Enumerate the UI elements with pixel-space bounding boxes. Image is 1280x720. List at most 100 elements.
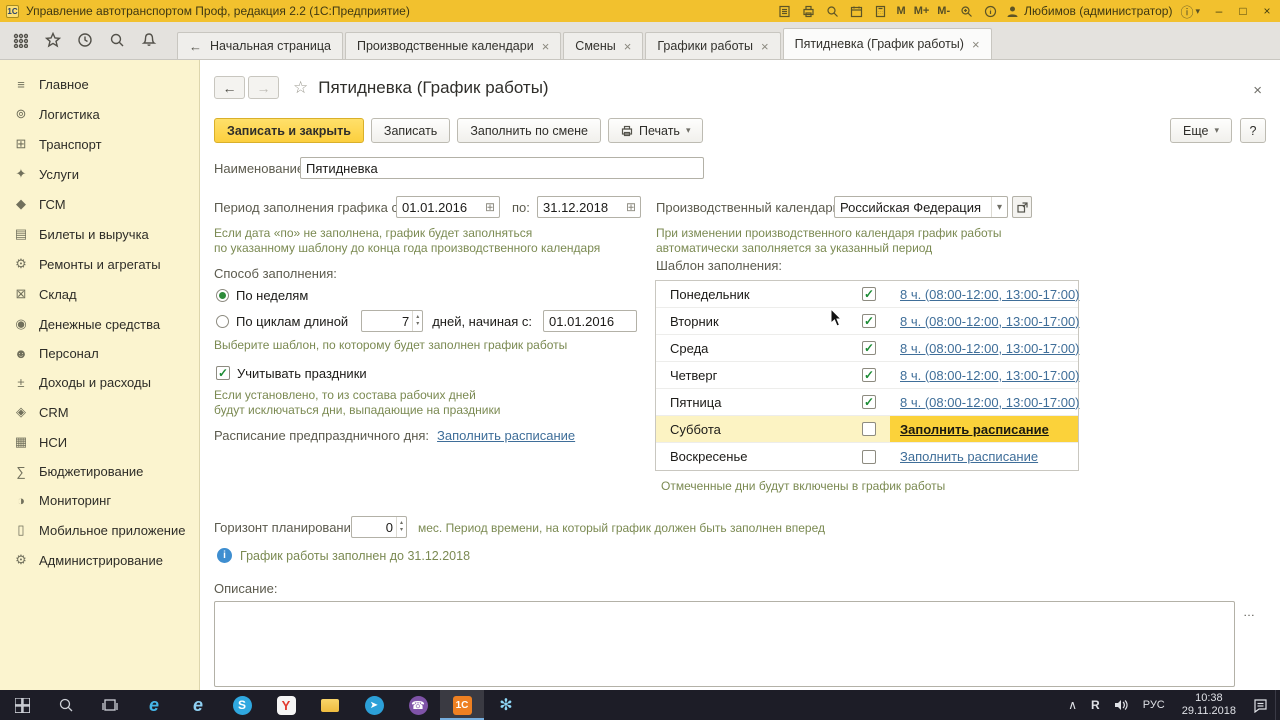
tab-work-schedules[interactable]: Графики работы ×	[645, 32, 781, 59]
sidebar-item-monitoring[interactable]: ◑ Мониторинг	[0, 486, 199, 515]
tab-close-icon[interactable]: ×	[624, 39, 632, 54]
sidebar-item-budgeting[interactable]: ∑ Бюджетирование	[0, 457, 199, 486]
sidebar-item-transport[interactable]: ⊞ Транспорт	[0, 129, 199, 159]
taskbar-app-edge[interactable]: e	[132, 690, 176, 720]
info-icon[interactable]	[982, 3, 998, 19]
template-row-thursday[interactable]: Четверг 8 ч. (08:00-12:00, 13:00-17:00)	[656, 362, 1080, 389]
taskbar-app-skype[interactable]: S	[220, 690, 264, 720]
taskbar-app-yandex[interactable]: Y	[264, 690, 308, 720]
sidebar-item-administration[interactable]: ⚙ Администрирование	[0, 545, 199, 575]
service-info-button[interactable]: ⓘ ▾	[1180, 2, 1200, 21]
day-checkbox[interactable]	[862, 368, 876, 382]
sidebar-item-repairs[interactable]: ⚙ Ремонты и агрегаты	[0, 249, 199, 279]
notifications-bell-icon[interactable]	[140, 32, 157, 49]
memory-mminus-button[interactable]: M-	[937, 5, 950, 17]
form-close-icon[interactable]: ×	[1253, 82, 1262, 99]
calendar-icon[interactable]	[849, 3, 865, 19]
sidebar-item-income-expenses[interactable]: ± Доходы и расходы	[0, 368, 199, 397]
help-button[interactable]: ?	[1240, 118, 1266, 143]
taskbar-app-explorer[interactable]	[308, 690, 352, 720]
save-and-close-button[interactable]: Записать и закрыть	[214, 118, 364, 143]
print-icon[interactable]	[801, 3, 817, 19]
consider-holidays-checkbox[interactable]	[216, 366, 230, 380]
spin-down-icon[interactable]: ▾	[397, 527, 406, 534]
forward-button[interactable]: →	[248, 76, 279, 99]
calendar-picker-icon[interactable]: ⊞	[622, 200, 640, 214]
open-calendar-button[interactable]	[1012, 196, 1032, 218]
print-button[interactable]: Печать ▾	[608, 118, 704, 143]
day-checkbox[interactable]	[862, 395, 876, 409]
template-row-saturday[interactable]: Суббота Заполнить расписание	[656, 416, 1078, 443]
sidebar-item-mobile-app[interactable]: ▯ Мобильное приложение	[0, 515, 199, 545]
period-to-input[interactable]: 31.12.2018 ⊞	[537, 196, 641, 218]
sidebar-item-personnel[interactable]: ☻ Персонал	[0, 339, 199, 368]
production-calendar-combo[interactable]: Российская Федерация ▾	[834, 196, 1008, 218]
schedule-link[interactable]: Заполнить расписание	[900, 449, 1038, 464]
minimize-button[interactable]: –	[1212, 4, 1226, 18]
schedule-link[interactable]: 8 ч. (08:00-12:00, 13:00-17:00)	[900, 395, 1080, 410]
sidebar-item-main[interactable]: ≡ Главное	[0, 70, 199, 99]
user-menu[interactable]: Любимов (администратор)	[1006, 4, 1172, 18]
schedule-link[interactable]: 8 ч. (08:00-12:00, 13:00-17:00)	[900, 287, 1080, 302]
spin-up-icon[interactable]: ▴	[413, 314, 422, 321]
template-row-monday[interactable]: Понедельник 8 ч. (08:00-12:00, 13:00-17:…	[656, 281, 1080, 308]
search-icon[interactable]	[108, 32, 125, 49]
description-expand-button[interactable]: …	[1240, 604, 1258, 620]
sidebar-item-logistics[interactable]: ⊚ Логистика	[0, 99, 199, 129]
taskbar-search-icon[interactable]	[44, 690, 88, 720]
sidebar-item-crm[interactable]: ◈ CRM	[0, 397, 199, 427]
maximize-button[interactable]: □	[1236, 4, 1250, 18]
calendar-picker-icon[interactable]: ⊞	[481, 200, 499, 214]
sidebar-item-services[interactable]: ✦ Услуги	[0, 159, 199, 189]
fill-by-shift-button[interactable]: Заполнить по смене	[457, 118, 601, 143]
template-row-wednesday[interactable]: Среда 8 ч. (08:00-12:00, 13:00-17:00)	[656, 335, 1080, 362]
action-center-icon[interactable]	[1246, 690, 1275, 720]
day-checkbox[interactable]	[862, 314, 876, 328]
day-checkbox[interactable]	[862, 449, 876, 464]
language-indicator[interactable]: РУС	[1136, 690, 1172, 720]
journal-icon[interactable]	[777, 3, 793, 19]
tab-close-icon[interactable]: ×	[542, 39, 550, 54]
favorite-star-icon[interactable]: ☆	[293, 78, 308, 98]
taskbar-app-ie[interactable]: e	[176, 690, 220, 720]
tab-production-calendars[interactable]: Производственные календари ×	[344, 32, 562, 59]
tab-close-icon[interactable]: ×	[761, 39, 769, 54]
horizon-input[interactable]: 0 ▴ ▾	[351, 516, 407, 538]
day-checkbox[interactable]	[862, 287, 876, 301]
sections-menu-icon[interactable]	[12, 32, 29, 49]
start-button[interactable]	[0, 690, 44, 720]
history-clock-icon[interactable]	[76, 32, 93, 49]
period-from-input[interactable]: 01.01.2016 ⊞	[396, 196, 500, 218]
taskbar-app-1c[interactable]: 1С	[440, 690, 484, 720]
task-view-icon[interactable]	[88, 690, 132, 720]
tray-app-icon[interactable]: R	[1084, 690, 1107, 720]
sidebar-item-fuel[interactable]: ◆ ГСМ	[0, 189, 199, 219]
combo-dropdown-icon[interactable]: ▾	[990, 197, 1007, 217]
sidebar-item-money[interactable]: ◉ Денежные средства	[0, 309, 199, 339]
taskbar-clock[interactable]: 10:38 29.11.2018	[1172, 692, 1246, 718]
tray-chevron-up-icon[interactable]: ∧	[1061, 690, 1084, 720]
description-textarea[interactable]	[214, 601, 1235, 687]
memory-m-button[interactable]: M	[897, 5, 906, 17]
search-icon[interactable]	[825, 3, 841, 19]
cycle-length-input[interactable]: 7 ▴ ▾	[361, 310, 424, 332]
schedule-link[interactable]: 8 ч. (08:00-12:00, 13:00-17:00)	[900, 368, 1080, 383]
sidebar-item-tickets-revenue[interactable]: ▤ Билеты и выручка	[0, 219, 199, 249]
sidebar-item-nsi[interactable]: ▦ НСИ	[0, 427, 199, 457]
by-weeks-radio[interactable]	[216, 288, 229, 302]
taskbar-app-snowflake[interactable]: ✻	[484, 690, 528, 720]
by-cycles-radio[interactable]	[216, 314, 229, 328]
template-row-sunday[interactable]: Воскресенье Заполнить расписание	[656, 443, 1078, 470]
more-button[interactable]: Еще ▾	[1170, 118, 1232, 143]
zoom-icon[interactable]	[958, 3, 974, 19]
cycle-start-input[interactable]: 01.01.2016	[543, 310, 638, 332]
name-input[interactable]: Пятидневка	[300, 157, 704, 179]
memory-mplus-button[interactable]: M+	[914, 5, 930, 17]
spin-down-icon[interactable]: ▾	[413, 321, 422, 328]
tab-close-icon[interactable]: ×	[972, 37, 980, 52]
tab-home[interactable]: ← Начальная страница	[177, 32, 343, 59]
pre-holiday-fill-link[interactable]: Заполнить расписание	[437, 428, 575, 443]
taskbar-app-viber[interactable]: ☎	[396, 690, 440, 720]
tab-shifts[interactable]: Смены ×	[563, 32, 644, 59]
sidebar-item-warehouse[interactable]: ⊠ Склад	[0, 279, 199, 309]
